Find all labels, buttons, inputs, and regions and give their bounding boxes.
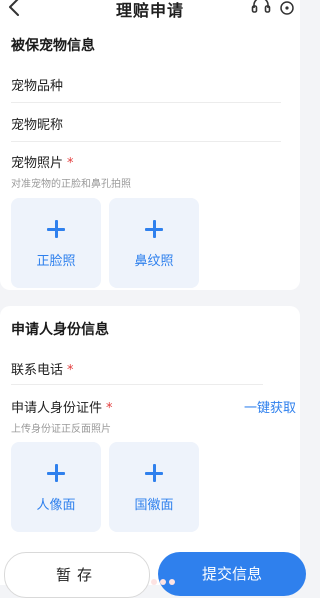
required-mark: * <box>106 401 113 416</box>
id-label-text: 申请人身份证件 <box>11 401 103 416</box>
breed-field[interactable]: 宠物品种 <box>11 75 63 94</box>
divider <box>11 384 263 385</box>
upload-label: 国徽面 <box>134 498 174 513</box>
upload-label: 正脸照 <box>36 254 76 269</box>
more-icon[interactable] <box>280 1 294 15</box>
id-label: 申请人身份证件 * <box>11 397 113 416</box>
submit-button[interactable]: 提交信息 <box>158 552 306 596</box>
phone-label-text: 联系电话 <box>11 363 64 378</box>
photo-label: 宠物照片 * <box>11 152 74 171</box>
divider <box>11 102 281 103</box>
section-title-pet: 被保宠物信息 <box>11 38 95 54</box>
nickname-field[interactable]: 宠物昵称 <box>11 114 63 133</box>
save-draft-button[interactable]: 暂存 <box>4 552 150 598</box>
required-mark: * <box>67 156 74 171</box>
upload-id-portrait[interactable]: 人像面 <box>11 442 101 532</box>
quick-fill-link[interactable]: 一键获取 <box>244 397 296 416</box>
upload-label: 人像面 <box>36 498 76 513</box>
plus-icon <box>47 220 65 238</box>
pet-info-card: 被保宠物信息 宠物品种 宠物昵称 宠物照片 * 对准宠物的正脸和鼻孔拍照 正脸照 … <box>0 22 300 290</box>
section-title-applicant: 申请人身份信息 <box>11 322 109 338</box>
upload-front-face[interactable]: 正脸照 <box>11 198 101 288</box>
divider <box>11 141 281 142</box>
upload-id-emblem[interactable]: 国徽面 <box>109 442 199 532</box>
plus-icon <box>47 464 65 482</box>
loading-dots-icon <box>151 579 175 585</box>
headset-icon[interactable] <box>251 0 271 15</box>
photo-label-text: 宠物照片 <box>11 156 64 171</box>
top-bar: 理赔申请 <box>0 0 300 22</box>
upload-nose-print[interactable]: 鼻纹照 <box>109 198 199 288</box>
applicant-info-card: 申请人身份信息 联系电话 * 申请人身份证件 * 一键获取 上传身份证正反面照片 人… <box>0 306 300 585</box>
photo-hint: 对准宠物的正脸和鼻孔拍照 <box>11 179 131 190</box>
plus-icon <box>145 220 163 238</box>
id-hint: 上传身份证正反面照片 <box>11 424 111 435</box>
upload-label: 鼻纹照 <box>134 254 174 269</box>
required-mark: * <box>67 363 74 378</box>
plus-icon <box>145 464 163 482</box>
phone-field[interactable]: 联系电话 * <box>11 359 74 378</box>
